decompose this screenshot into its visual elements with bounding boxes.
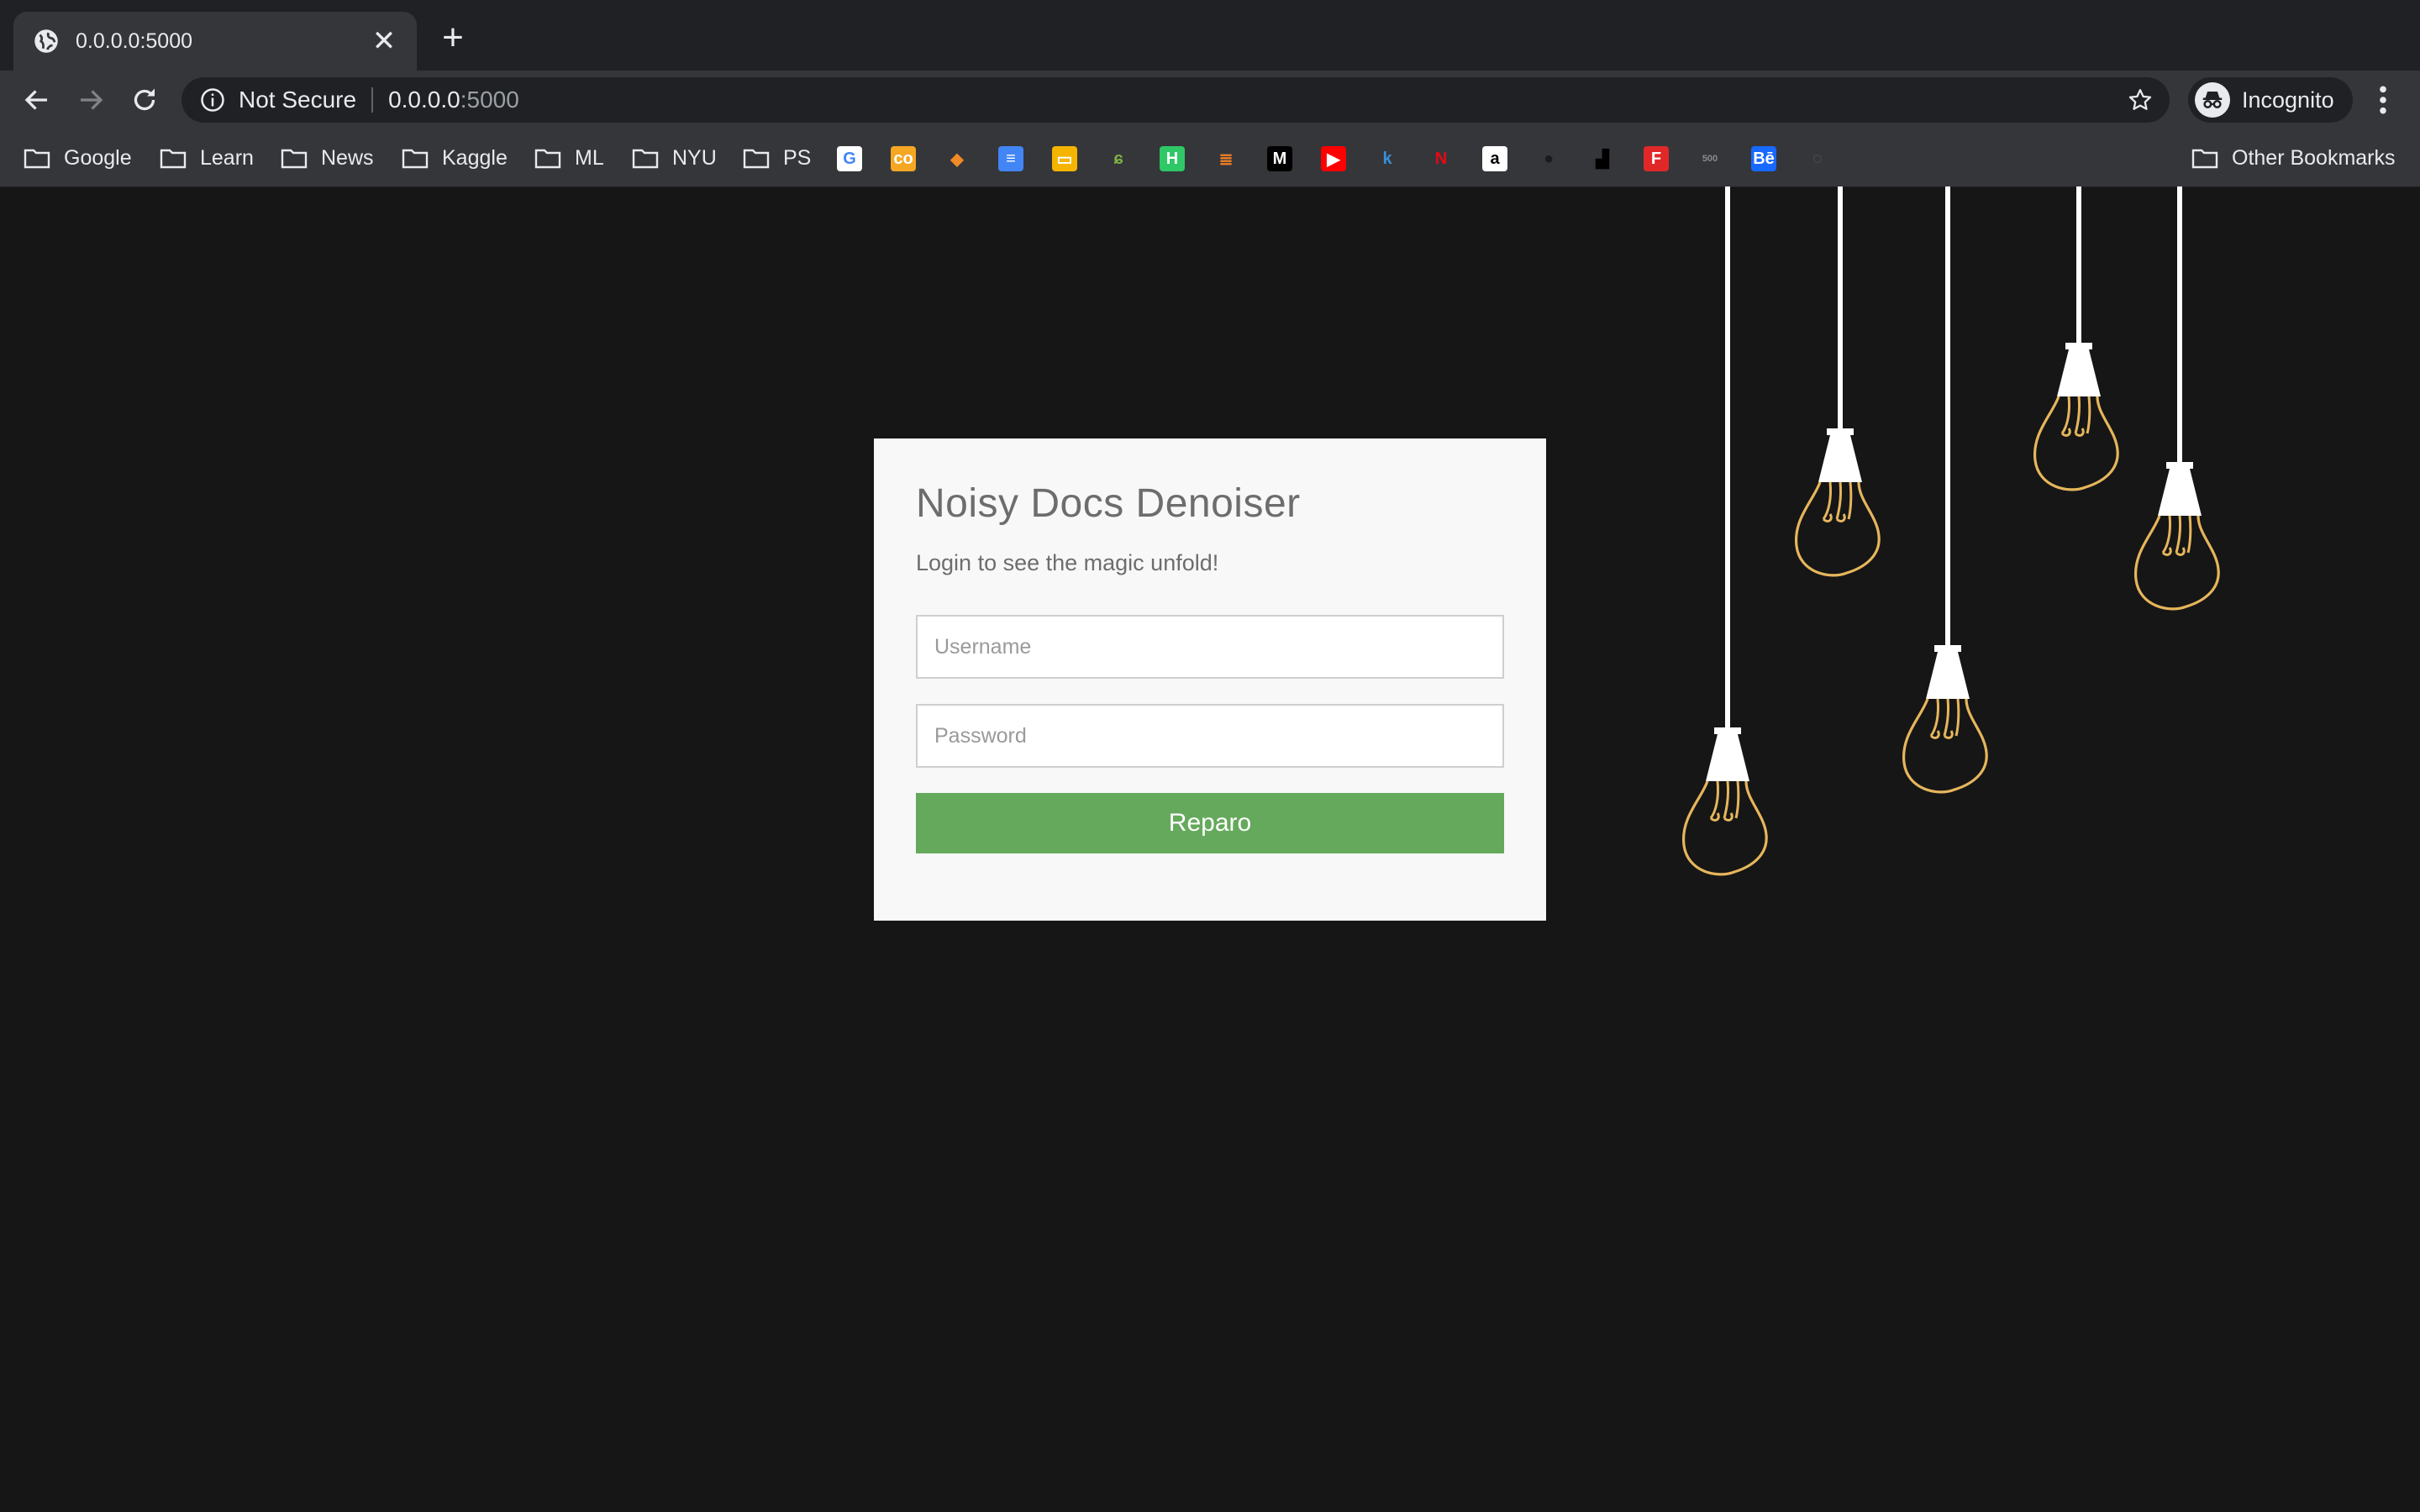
bookmark-folder-label: Learn xyxy=(200,145,254,170)
browser-tab[interactable]: 0.0.0.0:5000 ✕ xyxy=(13,12,417,71)
bulb-4 xyxy=(2033,186,2119,491)
loading-icon[interactable]: ◌ xyxy=(1805,146,1830,171)
hanging-bulbs-illustration xyxy=(1681,186,2220,876)
bulb-1 xyxy=(1681,186,1768,876)
tab-strip: 0.0.0.0:5000 ✕ + xyxy=(0,0,2420,71)
bookmark-folder-other[interactable]: Other Bookmarks xyxy=(2191,141,2396,175)
bookmark-folder-nyu[interactable]: NYU xyxy=(632,141,717,175)
tab-close-icon[interactable]: ✕ xyxy=(371,27,397,55)
folder-icon xyxy=(743,149,770,169)
hackerrank-icon[interactable]: H xyxy=(1160,146,1185,171)
address-bar[interactable]: Not Secure 0.0.0.0:5000 xyxy=(182,77,2170,123)
incognito-icon xyxy=(2195,82,2230,118)
reload-icon[interactable] xyxy=(129,85,160,115)
leaf-icon[interactable]: ɕ xyxy=(1106,146,1131,171)
folder-icon xyxy=(24,149,50,169)
bookmark-folder-google[interactable]: Google xyxy=(24,141,132,175)
500px-icon[interactable]: 500 xyxy=(1697,146,1723,171)
forward-icon[interactable] xyxy=(76,85,106,115)
incognito-label: Incognito xyxy=(2242,87,2334,113)
globe-icon xyxy=(34,29,58,53)
netflix-icon[interactable]: N xyxy=(1428,146,1454,171)
bulb-5 xyxy=(2133,186,2220,611)
github-icon[interactable]: ● xyxy=(1536,146,1561,171)
username-field[interactable] xyxy=(916,615,1504,679)
security-label[interactable]: Not Secure xyxy=(239,87,356,113)
url-host: 0.0.0.0 xyxy=(388,87,460,113)
bookmark-folder-label: PS xyxy=(783,145,812,170)
menu-kebab-icon[interactable] xyxy=(2373,84,2393,116)
coursera-icon[interactable]: co xyxy=(891,146,916,171)
bookmark-folder-kaggle[interactable]: Kaggle xyxy=(402,141,508,175)
page-subtitle: Login to see the magic unfold! xyxy=(916,550,1219,575)
bookmark-folder-news[interactable]: News xyxy=(281,141,374,175)
folder-icon xyxy=(2191,149,2218,169)
flipboard-icon[interactable]: F xyxy=(1644,146,1669,171)
bookmark-folder-ml[interactable]: ML xyxy=(534,141,604,175)
bookmark-star-icon[interactable] xyxy=(2128,87,2153,113)
bookmark-folder-label: NYU xyxy=(672,145,717,170)
back-icon[interactable] xyxy=(22,85,52,115)
new-tab-button[interactable]: + xyxy=(439,19,467,56)
page-title: Noisy Docs Denoiser xyxy=(916,481,1301,526)
password-field[interactable] xyxy=(916,704,1504,768)
incognito-badge[interactable]: Incognito xyxy=(2188,77,2353,123)
bulb-2 xyxy=(1794,186,1881,577)
login-button[interactable]: Reparo xyxy=(916,793,1504,853)
medium-icon[interactable]: M xyxy=(1267,146,1292,171)
login-card: Noisy Docs Denoiser Login to see the mag… xyxy=(874,438,1546,921)
docs-icon[interactable]: ≡ xyxy=(998,146,1023,171)
slides-icon[interactable]: ▭ xyxy=(1052,146,1077,171)
behance-icon[interactable]: Bē xyxy=(1751,146,1776,171)
bookmark-folder-label: News xyxy=(321,145,374,170)
bulb-3 xyxy=(1902,186,1988,794)
bookmark-folder-label: Google xyxy=(64,145,132,170)
klout-icon[interactable]: k xyxy=(1375,146,1400,171)
youtube-icon[interactable]: ▶ xyxy=(1321,146,1346,171)
folder-icon xyxy=(402,149,429,169)
info-icon[interactable] xyxy=(200,87,225,113)
bookmark-folder-label: ML xyxy=(575,145,604,170)
folder-icon xyxy=(632,149,659,169)
cube-icon[interactable]: ◆ xyxy=(944,146,970,171)
bookmark-folder-learn[interactable]: Learn xyxy=(160,141,254,175)
folder-icon xyxy=(160,149,187,169)
bookmark-folder-label: Kaggle xyxy=(442,145,508,170)
bookmark-folder-label: Other Bookmarks xyxy=(2232,145,2396,170)
folder-icon xyxy=(534,149,561,169)
google-icon[interactable]: G xyxy=(837,146,862,171)
amazon-icon[interactable]: a xyxy=(1482,146,1507,171)
bookmark-folder-ps[interactable]: PS xyxy=(743,141,811,175)
folder-icon xyxy=(281,149,308,169)
tab-title: 0.0.0.0:5000 xyxy=(76,29,193,53)
unsplash-icon[interactable]: ▟ xyxy=(1590,146,1615,171)
bookmarks-bar: Google Learn News Kaggle ML NYU PS Gco ◆ ≡… xyxy=(0,129,2420,187)
browser-toolbar: Not Secure 0.0.0.0:5000 Incognito xyxy=(0,71,2420,129)
url-port: :5000 xyxy=(460,87,519,113)
omnibox-divider xyxy=(371,87,374,113)
stackoverflow-icon[interactable]: ≣ xyxy=(1213,146,1239,171)
